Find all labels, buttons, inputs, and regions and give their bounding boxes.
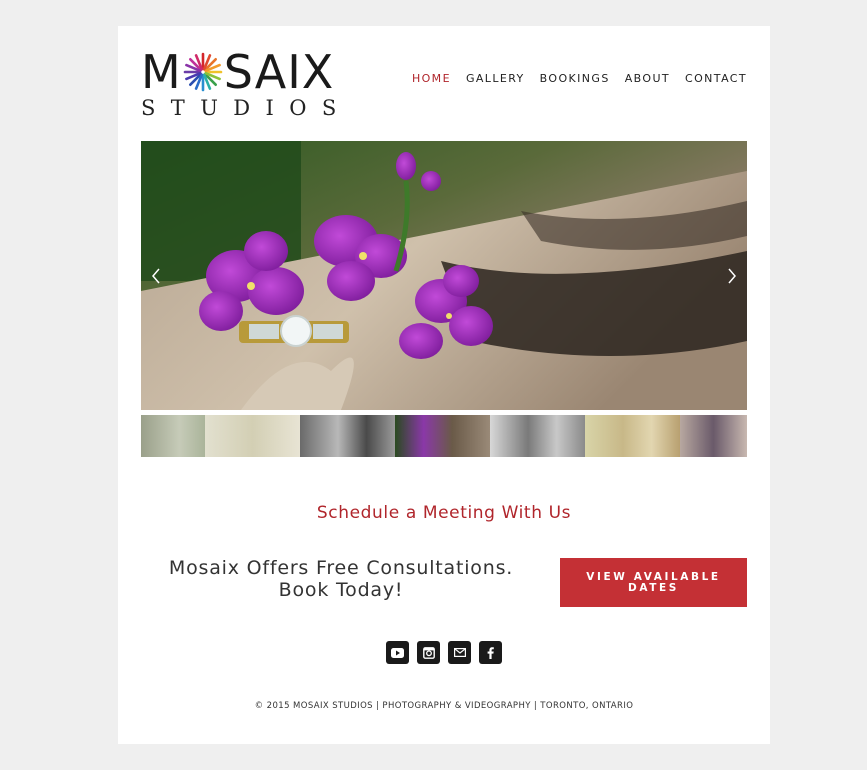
nav-contact[interactable]: CONTACT (685, 72, 747, 85)
thumbnail-strip (141, 415, 747, 457)
chevron-right-icon (728, 268, 736, 284)
view-available-dates-button[interactable]: VIEW AVAILABLE DATES (560, 558, 747, 607)
nav-about[interactable]: ABOUT (625, 72, 670, 85)
nav-bookings[interactable]: BOOKINGS (540, 72, 610, 85)
instagram-icon (422, 646, 435, 659)
offer-line-1: Mosaix Offers Free Consultations. (168, 557, 514, 579)
thumbnail[interactable] (585, 415, 680, 457)
thumbnail[interactable] (300, 415, 395, 457)
nav-home[interactable]: HOME (412, 72, 451, 85)
logo-letter-m: M (141, 45, 182, 99)
email-icon (453, 648, 466, 657)
logo[interactable]: M SAIX STUDIOS (141, 48, 371, 122)
youtube-link[interactable] (386, 641, 409, 664)
thumbnail[interactable] (680, 415, 747, 457)
nav-gallery[interactable]: GALLERY (466, 72, 525, 85)
slideshow-prev-button[interactable] (143, 259, 169, 293)
thumbnail[interactable] (205, 415, 300, 457)
logo-letters: SAIX (223, 45, 335, 99)
starburst-icon (183, 52, 223, 92)
facebook-link[interactable] (479, 641, 502, 664)
footer-copyright: © 2015 MOSAIX STUDIOS | PHOTOGRAPHY & VI… (254, 701, 634, 711)
hero-image (141, 141, 747, 410)
youtube-icon (391, 647, 404, 658)
hero-slideshow[interactable] (141, 141, 747, 410)
logo-wordmark: M SAIX (141, 48, 334, 96)
main-nav: HOME GALLERY BOOKINGS ABOUT CONTACT (412, 72, 747, 85)
thumbnail[interactable] (490, 415, 585, 457)
offer-line-2: Book Today! (278, 579, 404, 601)
schedule-heading: Schedule a Meeting With Us (316, 503, 572, 523)
thumbnail-active[interactable] (395, 415, 490, 457)
page-container: M SAIX STUDIOS HOME GALLERY BOOKINGS ABO… (118, 26, 770, 744)
social-links (386, 641, 502, 664)
instagram-link[interactable] (417, 641, 440, 664)
email-link[interactable] (448, 641, 471, 664)
offer-text: Mosaix Offers Free Consultations. Book T… (158, 557, 524, 601)
chevron-left-icon (152, 268, 160, 284)
thumbnail[interactable] (141, 415, 205, 457)
logo-subtitle: STUDIOS (141, 96, 352, 120)
slideshow-next-button[interactable] (719, 259, 745, 293)
facebook-icon (487, 646, 494, 659)
